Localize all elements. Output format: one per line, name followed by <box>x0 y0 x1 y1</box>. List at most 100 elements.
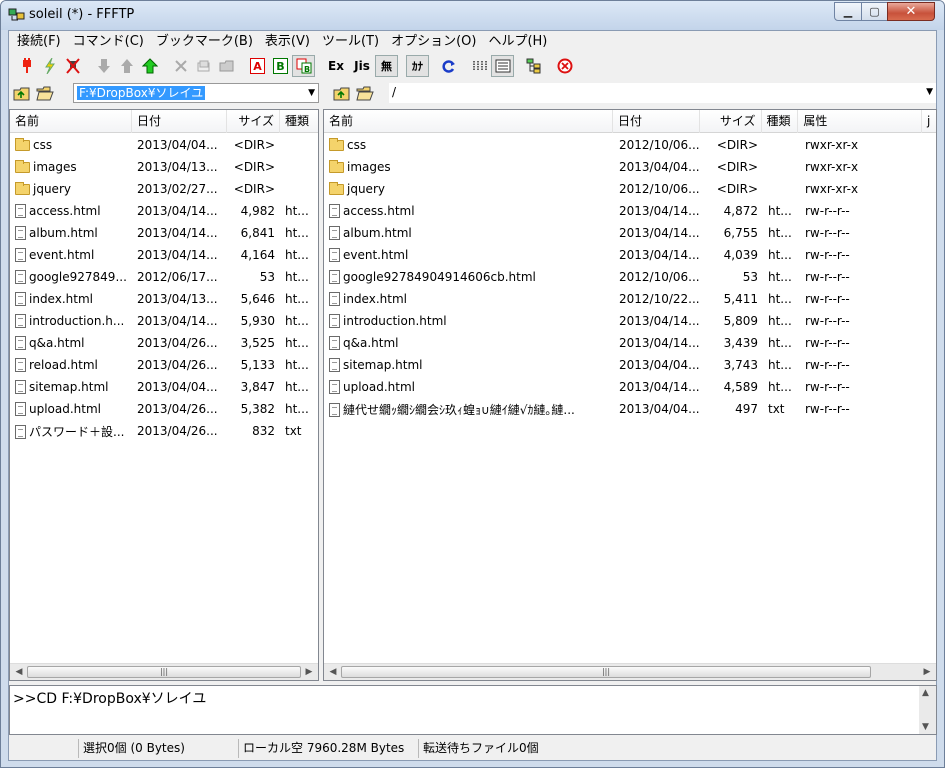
local-file-row[interactable]: upload.html 2013/04/26... 5,382 ht... <box>10 398 318 420</box>
remote-file-row[interactable]: event.html 2013/04/14... 4,039 ht... rw-r--r… <box>324 244 936 266</box>
maximize-button[interactable]: ▢ <box>861 2 888 21</box>
menu-command[interactable]: コマンド(C) <box>67 32 150 52</box>
remote-file-row[interactable]: q&a.html 2013/04/14... 3,439 ht... rw-r--r-- <box>324 332 936 354</box>
local-col-size[interactable]: サイズ <box>227 110 280 133</box>
remote-file-row[interactable]: images 2013/04/04... <DIR> rwxr-xr-x <box>324 156 936 178</box>
remote-col-date[interactable]: 日付 <box>613 110 700 133</box>
local-col-type[interactable]: 種類 <box>280 110 318 133</box>
remote-col-size[interactable]: サイズ <box>700 110 762 133</box>
remote-file-row[interactable]: sitemap.html 2013/04/04... 3,743 ht... rw-r-… <box>324 354 936 376</box>
menu-tools[interactable]: ツール(T) <box>316 32 385 52</box>
file-name-cell: album.html <box>324 226 614 241</box>
remote-file-row[interactable]: upload.html 2013/04/14... 4,589 ht... rw-r--… <box>324 376 936 398</box>
scroll-up-icon[interactable]: ▲ <box>922 688 929 698</box>
local-horizontal-scrollbar[interactable]: ◀ ||| ▶ <box>10 663 318 680</box>
minimize-button[interactable]: ▁ <box>834 2 862 21</box>
scroll-left-icon[interactable]: ◀ <box>12 665 26 679</box>
menu-view[interactable]: 表示(V) <box>259 32 316 52</box>
menu-help[interactable]: ヘルプ(H) <box>482 32 553 52</box>
remote-col-extra[interactable]: j <box>922 110 936 133</box>
local-file-row[interactable]: jquery 2013/02/27... <DIR> <box>10 178 318 200</box>
local-col-name[interactable]: 名前 <box>10 110 132 133</box>
file-icon <box>15 336 26 351</box>
chevron-down-icon[interactable]: ▼ <box>308 84 315 102</box>
file-name-cell: sitemap.html <box>324 358 614 373</box>
close-button[interactable]: ✕ <box>887 2 935 21</box>
arrow-down-icon <box>97 59 110 73</box>
local-file-row[interactable]: index.html 2013/04/13... 5,646 ht... <box>10 288 318 310</box>
local-file-row[interactable]: album.html 2013/04/14... 6,841 ht... <box>10 222 318 244</box>
remote-file-row[interactable]: jquery 2012/10/06... <DIR> rwxr-xr-x <box>324 178 936 200</box>
rename-button[interactable] <box>192 55 215 77</box>
remote-open-folder-button[interactable] <box>355 85 375 103</box>
chevron-down-icon[interactable]: ▼ <box>926 83 933 101</box>
local-col-date[interactable]: 日付 <box>132 110 227 133</box>
file-name-cell: sitemap.html <box>10 380 132 395</box>
list-view-button[interactable] <box>468 55 491 77</box>
title-bar[interactable]: soleil (*) - FFFTP ▁ ▢ ✕ <box>1 1 944 30</box>
detail-view-icon <box>495 59 510 73</box>
refresh-button[interactable] <box>437 55 460 77</box>
local-file-row[interactable]: images 2013/04/13... <DIR> <box>10 156 318 178</box>
local-rows: css 2013/04/04... <DIR> images 2013/04/13...… <box>10 134 318 442</box>
remote-col-attr[interactable]: 属性 <box>798 110 923 133</box>
remote-file-row[interactable]: access.html 2013/04/14... 4,872 ht... rw-r--… <box>324 200 936 222</box>
log-vertical-scrollbar[interactable]: ▲ ▼ <box>919 686 936 734</box>
delete-button[interactable] <box>169 55 192 77</box>
local-up-button[interactable] <box>12 85 32 103</box>
local-open-folder-button[interactable] <box>35 85 55 103</box>
menu-options[interactable]: オプション(O) <box>385 32 482 52</box>
scroll-thumb[interactable]: ||| <box>27 666 301 678</box>
scroll-down-icon[interactable]: ▼ <box>922 722 929 732</box>
scroll-right-icon[interactable]: ▶ <box>302 665 316 679</box>
connect-button[interactable] <box>15 55 38 77</box>
remote-file-row[interactable]: index.html 2012/10/22... 5,411 ht... rw-r--r… <box>324 288 936 310</box>
local-file-row[interactable]: q&a.html 2013/04/26... 3,525 ht... <box>10 332 318 354</box>
binary-mode-button[interactable]: B <box>269 55 292 77</box>
abort-button[interactable] <box>553 55 576 77</box>
detail-view-button[interactable] <box>491 55 514 77</box>
log-panel[interactable]: >>CD F:¥DropBox¥ソレイユ ▲ ▼ <box>9 685 937 735</box>
menu-connect[interactable]: 接続(F) <box>11 32 67 52</box>
remote-horizontal-scrollbar[interactable]: ◀ ||| ▶ <box>324 663 936 680</box>
file-name-cell: introduction.h... <box>10 314 132 329</box>
euc-button[interactable]: Ex <box>323 55 349 77</box>
local-file-row[interactable]: css 2013/04/04... <DIR> <box>10 134 318 156</box>
jis-button[interactable]: Jis <box>349 55 375 77</box>
local-file-row[interactable]: sitemap.html 2013/04/04... 3,847 ht... <box>10 376 318 398</box>
remote-col-name[interactable]: 名前 <box>324 110 613 133</box>
tree-view-button[interactable] <box>522 55 545 77</box>
menu-bookmark[interactable]: ブックマーク(B) <box>150 32 259 52</box>
mkdir-button[interactable] <box>215 55 238 77</box>
mirror-upload-button[interactable] <box>138 55 161 77</box>
remote-col-type[interactable]: 種類 <box>762 110 799 133</box>
scroll-left-icon[interactable]: ◀ <box>326 665 340 679</box>
file-date: 2013/04/26... <box>137 424 218 438</box>
scroll-right-icon[interactable]: ▶ <box>920 665 934 679</box>
file-size: 5,646 <box>240 292 275 306</box>
remote-file-row[interactable]: album.html 2013/04/14... 6,755 ht... rw-r--r… <box>324 222 936 244</box>
kana-button[interactable]: ｶﾅ <box>406 55 429 77</box>
upload-button[interactable] <box>115 55 138 77</box>
file-icon <box>329 336 340 351</box>
remote-file-row[interactable]: google92784904914606cb.html 2012/10/06...… <box>324 266 936 288</box>
remote-file-row[interactable]: introduction.html 2013/04/14... 5,809 ht...… <box>324 310 936 332</box>
scroll-thumb[interactable]: ||| <box>341 666 871 678</box>
local-file-row[interactable]: パスワード＋設... 2013/04/26... 832 txt <box>10 420 318 442</box>
remote-path-combo[interactable]: / ▼ <box>389 83 936 103</box>
disconnect-button[interactable] <box>61 55 84 77</box>
no-convert-button[interactable]: 無 <box>375 55 398 77</box>
local-file-row[interactable]: google927849... 2012/06/17... 53 ht... <box>10 266 318 288</box>
local-file-row[interactable]: reload.html 2013/04/26... 5,133 ht... <box>10 354 318 376</box>
quick-connect-button[interactable] <box>38 55 61 77</box>
remote-file-row[interactable]: css 2012/10/06... <DIR> rwxr-xr-x <box>324 134 936 156</box>
ascii-mode-button[interactable]: A <box>246 55 269 77</box>
remote-up-button[interactable] <box>332 85 352 103</box>
remote-file-row[interactable]: 縺代せ繝ｯ繝ｼ繝会ｼ玖ｨ蝗ｮ∪縺ｲ縺√ｶ縺｡縺... 2013/04/04... 4… <box>324 398 936 420</box>
local-file-row[interactable]: event.html 2013/04/14... 4,164 ht... <box>10 244 318 266</box>
download-button[interactable] <box>92 55 115 77</box>
local-path-combo[interactable]: F:¥DropBox¥ソレイユ ▼ <box>73 83 319 103</box>
auto-mode-button[interactable]: B <box>292 55 315 77</box>
local-file-row[interactable]: access.html 2013/04/14... 4,982 ht... <box>10 200 318 222</box>
local-file-row[interactable]: introduction.h... 2013/04/14... 5,930 ht... <box>10 310 318 332</box>
